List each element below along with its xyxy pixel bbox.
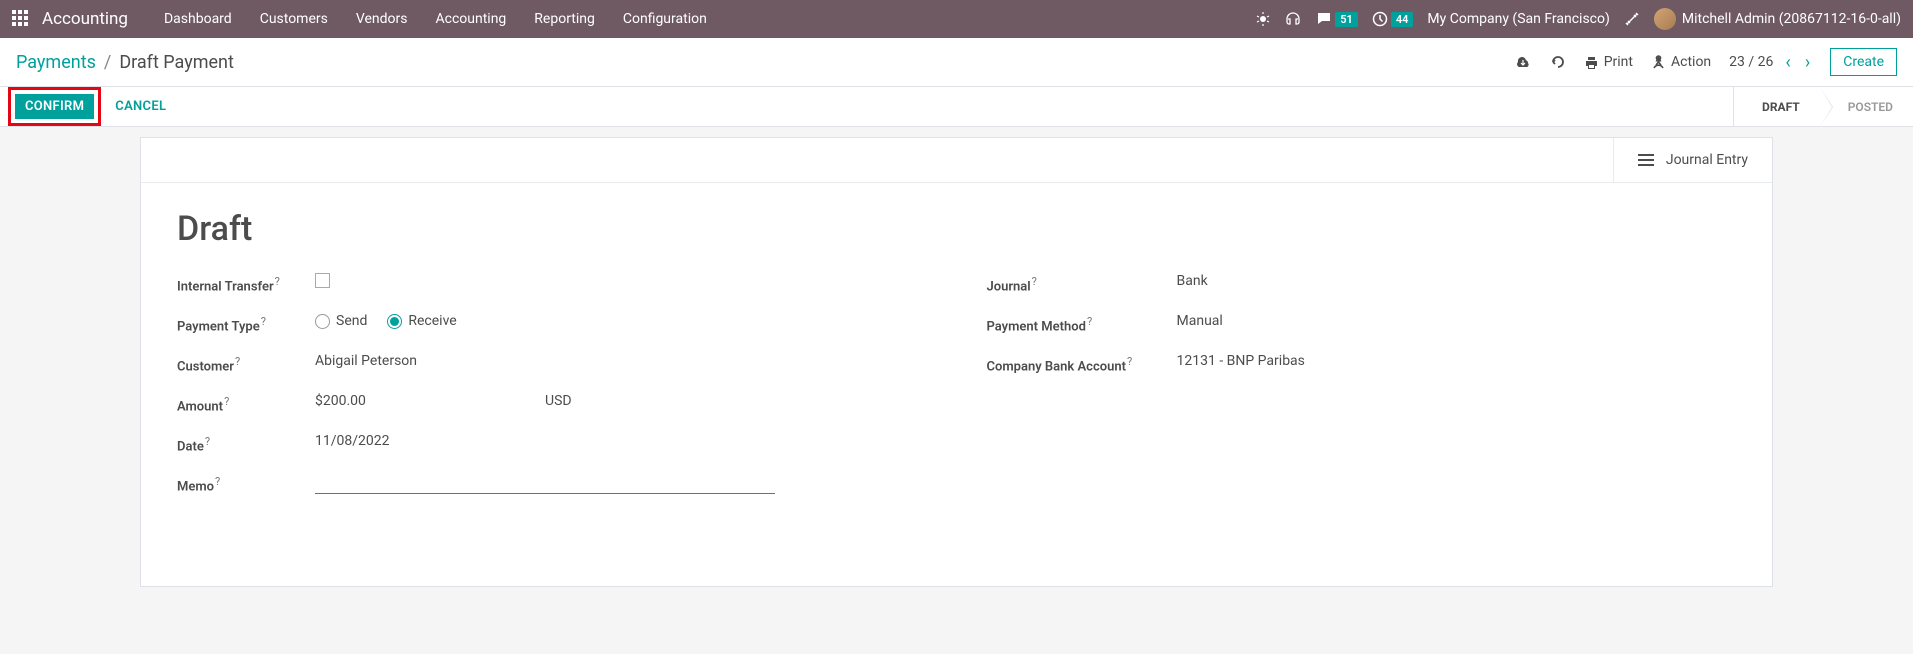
breadcrumb-separator: / bbox=[104, 52, 111, 73]
activities-icon[interactable]: 44 bbox=[1372, 11, 1414, 27]
breadcrumb-bar: Payments / Draft Payment Print Action 23… bbox=[0, 38, 1913, 87]
apps-menu-icon[interactable] bbox=[12, 10, 30, 28]
status-bar: DRAFT POSTED bbox=[1733, 87, 1913, 126]
app-name[interactable]: Accounting bbox=[42, 9, 128, 29]
nav-vendors[interactable]: Vendors bbox=[344, 5, 420, 33]
support-icon[interactable] bbox=[1285, 11, 1302, 28]
company-bank-account-value[interactable]: 12131 - BNP Paribas bbox=[1177, 353, 1737, 369]
label-internal-transfer: Internal Transfer? bbox=[177, 273, 315, 294]
journal-entry-label: Journal Entry bbox=[1666, 152, 1748, 168]
confirm-highlight: CONFIRM bbox=[8, 87, 101, 126]
internal-transfer-checkbox[interactable] bbox=[315, 273, 330, 288]
messages-badge: 51 bbox=[1335, 12, 1358, 27]
customer-value[interactable]: Abigail Peterson bbox=[315, 353, 927, 369]
nav-dashboard[interactable]: Dashboard bbox=[152, 5, 244, 33]
page-title: Draft bbox=[177, 209, 1736, 249]
sheet-header: Journal Entry bbox=[141, 138, 1772, 183]
amount-value[interactable]: $200.00 bbox=[315, 393, 545, 409]
pager: 23 / 26 ‹ › bbox=[1729, 52, 1812, 73]
undo-icon[interactable] bbox=[1550, 54, 1566, 70]
label-customer: Customer? bbox=[177, 353, 315, 374]
nav-configuration[interactable]: Configuration bbox=[611, 5, 719, 33]
top-navbar: Accounting Dashboard Customers Vendors A… bbox=[0, 0, 1913, 38]
label-payment-method: Payment Method? bbox=[987, 313, 1177, 334]
cancel-button[interactable]: CANCEL bbox=[101, 87, 180, 126]
status-draft[interactable]: DRAFT bbox=[1734, 87, 1820, 126]
action-button[interactable]: Action bbox=[1651, 54, 1711, 70]
print-button[interactable]: Print bbox=[1584, 54, 1633, 70]
action-label: Action bbox=[1671, 54, 1711, 70]
journal-value[interactable]: Bank bbox=[1177, 273, 1737, 289]
form-sheet: Journal Entry Draft Internal Transfer? bbox=[140, 137, 1773, 587]
activities-badge: 44 bbox=[1391, 12, 1414, 27]
confirm-button[interactable]: CONFIRM bbox=[15, 94, 94, 119]
payment-method-value[interactable]: Manual bbox=[1177, 313, 1737, 329]
nav-accounting[interactable]: Accounting bbox=[423, 5, 518, 33]
content-area: Journal Entry Draft Internal Transfer? bbox=[0, 127, 1913, 617]
memo-input[interactable] bbox=[315, 473, 775, 494]
company-selector[interactable]: My Company (San Francisco) bbox=[1427, 11, 1609, 27]
cloud-sync-icon[interactable] bbox=[1514, 53, 1532, 71]
pager-text[interactable]: 23 / 26 bbox=[1729, 54, 1773, 70]
tools-icon[interactable] bbox=[1624, 11, 1640, 27]
label-date: Date? bbox=[177, 433, 315, 454]
payment-type-send-radio[interactable]: Send bbox=[315, 313, 367, 329]
label-amount: Amount? bbox=[177, 393, 315, 414]
pager-prev[interactable]: ‹ bbox=[1783, 52, 1792, 73]
list-icon bbox=[1638, 154, 1654, 166]
label-payment-type: Payment Type? bbox=[177, 313, 315, 334]
bug-icon[interactable] bbox=[1255, 11, 1271, 27]
nav-reporting[interactable]: Reporting bbox=[522, 5, 607, 33]
user-menu[interactable]: Mitchell Admin (20867112-16-0-all) bbox=[1654, 8, 1901, 30]
date-value[interactable]: 11/08/2022 bbox=[315, 433, 927, 449]
label-company-bank-account: Company Bank Account? bbox=[987, 353, 1177, 374]
create-button[interactable]: Create bbox=[1830, 48, 1897, 76]
journal-entry-button[interactable]: Journal Entry bbox=[1613, 138, 1772, 182]
status-posted[interactable]: POSTED bbox=[1820, 87, 1913, 126]
user-name: Mitchell Admin (20867112-16-0-all) bbox=[1682, 11, 1901, 27]
action-bar: CONFIRM CANCEL DRAFT POSTED bbox=[0, 87, 1913, 127]
currency-value[interactable]: USD bbox=[545, 393, 572, 409]
payment-type-receive-radio[interactable]: Receive bbox=[387, 313, 456, 329]
label-memo: Memo? bbox=[177, 473, 315, 494]
messages-icon[interactable]: 51 bbox=[1316, 11, 1358, 27]
nav-customers[interactable]: Customers bbox=[248, 5, 340, 33]
breadcrumb-current: Draft Payment bbox=[119, 52, 234, 73]
breadcrumb-parent[interactable]: Payments bbox=[16, 52, 96, 73]
breadcrumb: Payments / Draft Payment bbox=[16, 52, 234, 73]
pager-next[interactable]: › bbox=[1803, 52, 1812, 73]
label-journal: Journal? bbox=[987, 273, 1177, 294]
print-label: Print bbox=[1604, 54, 1633, 70]
avatar bbox=[1654, 8, 1676, 30]
